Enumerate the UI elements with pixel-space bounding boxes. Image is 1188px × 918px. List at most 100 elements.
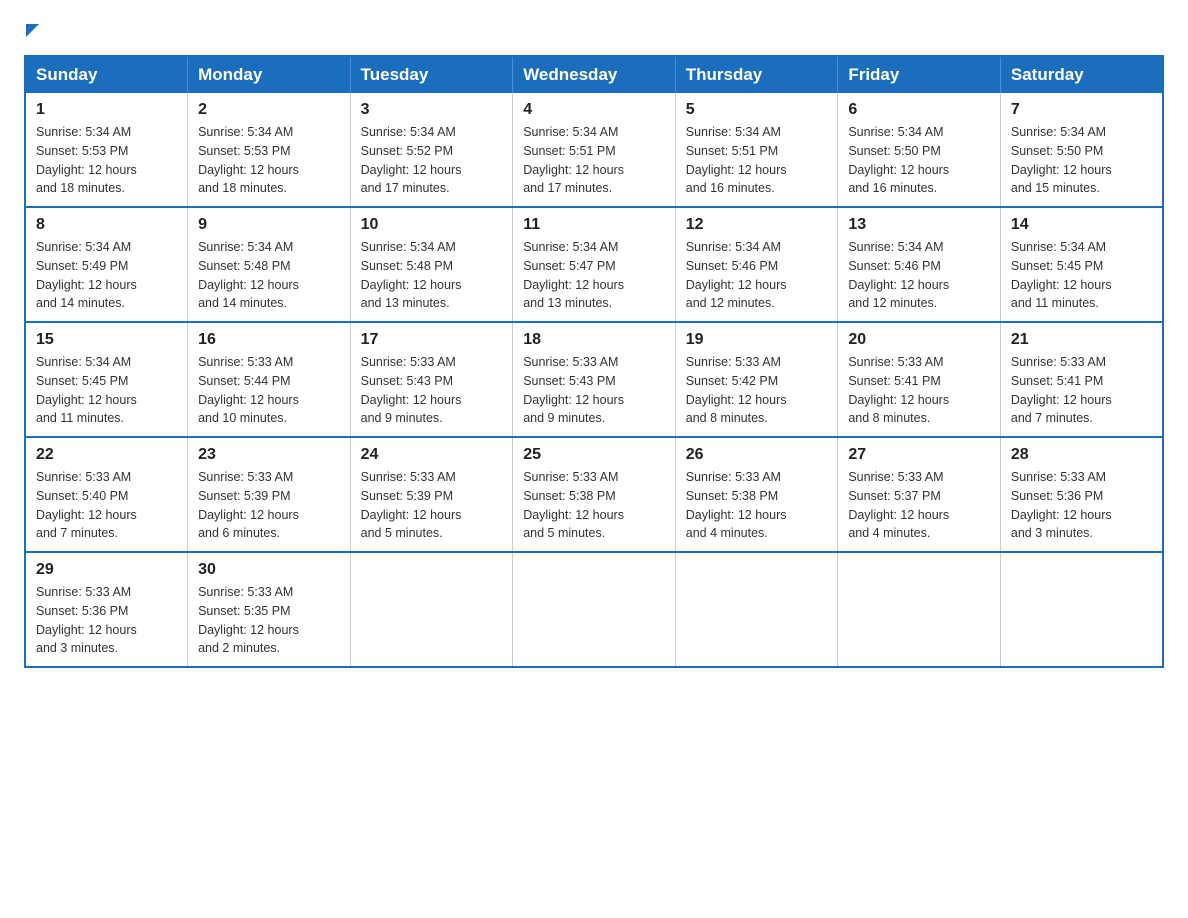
day-number: 30 xyxy=(198,561,340,579)
calendar-week-row: 1 Sunrise: 5:34 AMSunset: 5:53 PMDaylight… xyxy=(25,93,1163,207)
page-header xyxy=(24,24,1164,37)
weekday-header-thursday: Thursday xyxy=(675,56,838,93)
weekday-header-saturday: Saturday xyxy=(1000,56,1163,93)
day-info: Sunrise: 5:33 AMSunset: 5:44 PMDaylight:… xyxy=(198,353,340,428)
calendar-cell xyxy=(513,552,676,667)
calendar-cell: 27 Sunrise: 5:33 AMSunset: 5:37 PMDayligh… xyxy=(838,437,1001,552)
day-number: 13 xyxy=(848,216,990,234)
calendar-week-row: 15Sunrise: 5:34 AMSunset: 5:45 PMDayligh… xyxy=(25,322,1163,437)
logo xyxy=(24,24,39,37)
day-number: 29 xyxy=(36,561,177,579)
weekday-header-friday: Friday xyxy=(838,56,1001,93)
day-number: 22 xyxy=(36,446,177,464)
day-number: 9 xyxy=(198,216,340,234)
day-info: Sunrise: 5:34 AMSunset: 5:45 PMDaylight:… xyxy=(36,353,177,428)
calendar-cell: 13 Sunrise: 5:34 AMSunset: 5:46 PMDayligh… xyxy=(838,207,1001,322)
weekday-header-tuesday: Tuesday xyxy=(350,56,513,93)
calendar-cell xyxy=(838,552,1001,667)
day-info: Sunrise: 5:34 AMSunset: 5:48 PMDaylight:… xyxy=(198,238,340,313)
calendar-week-row: 29 Sunrise: 5:33 AMSunset: 5:36 PMDayligh… xyxy=(25,552,1163,667)
calendar-table: SundayMondayTuesdayWednesdayThursdayFrid… xyxy=(24,55,1164,668)
day-number: 1 xyxy=(36,101,177,119)
calendar-cell: 20 Sunrise: 5:33 AMSunset: 5:41 PMDayligh… xyxy=(838,322,1001,437)
day-info: Sunrise: 5:34 AMSunset: 5:51 PMDaylight:… xyxy=(523,123,665,198)
day-number: 12 xyxy=(686,216,828,234)
day-info: Sunrise: 5:33 AMSunset: 5:39 PMDaylight:… xyxy=(361,468,503,543)
day-number: 20 xyxy=(848,331,990,349)
weekday-header-sunday: Sunday xyxy=(25,56,188,93)
calendar-cell: 1 Sunrise: 5:34 AMSunset: 5:53 PMDaylight… xyxy=(25,93,188,207)
day-number: 3 xyxy=(361,101,503,119)
day-info: Sunrise: 5:34 AMSunset: 5:51 PMDaylight:… xyxy=(686,123,828,198)
calendar-cell: 11 Sunrise: 5:34 AMSunset: 5:47 PMDayligh… xyxy=(513,207,676,322)
calendar-cell: 8 Sunrise: 5:34 AMSunset: 5:49 PMDaylight… xyxy=(25,207,188,322)
calendar-cell: 10 Sunrise: 5:34 AMSunset: 5:48 PMDayligh… xyxy=(350,207,513,322)
day-info: Sunrise: 5:33 AMSunset: 5:37 PMDaylight:… xyxy=(848,468,990,543)
calendar-cell: 2 Sunrise: 5:34 AMSunset: 5:53 PMDaylight… xyxy=(188,93,351,207)
calendar-cell: 26 Sunrise: 5:33 AMSunset: 5:38 PMDayligh… xyxy=(675,437,838,552)
day-info: Sunrise: 5:34 AMSunset: 5:53 PMDaylight:… xyxy=(36,123,177,198)
day-number: 6 xyxy=(848,101,990,119)
calendar-cell xyxy=(350,552,513,667)
day-info: Sunrise: 5:34 AMSunset: 5:53 PMDaylight:… xyxy=(198,123,340,198)
calendar-cell: 5 Sunrise: 5:34 AMSunset: 5:51 PMDaylight… xyxy=(675,93,838,207)
day-number: 2 xyxy=(198,101,340,119)
day-info: Sunrise: 5:33 AMSunset: 5:38 PMDaylight:… xyxy=(686,468,828,543)
day-number: 25 xyxy=(523,446,665,464)
calendar-cell: 4 Sunrise: 5:34 AMSunset: 5:51 PMDaylight… xyxy=(513,93,676,207)
day-number: 14 xyxy=(1011,216,1152,234)
calendar-cell: 19 Sunrise: 5:33 AMSunset: 5:42 PMDayligh… xyxy=(675,322,838,437)
calendar-cell: 22 Sunrise: 5:33 AMSunset: 5:40 PMDayligh… xyxy=(25,437,188,552)
calendar-cell: 24 Sunrise: 5:33 AMSunset: 5:39 PMDayligh… xyxy=(350,437,513,552)
day-info: Sunrise: 5:33 AMSunset: 5:38 PMDaylight:… xyxy=(523,468,665,543)
day-number: 19 xyxy=(686,331,828,349)
day-number: 24 xyxy=(361,446,503,464)
calendar-cell: 6 Sunrise: 5:34 AMSunset: 5:50 PMDaylight… xyxy=(838,93,1001,207)
calendar-cell: 18Sunrise: 5:33 AMSunset: 5:43 PMDayligh… xyxy=(513,322,676,437)
calendar-cell: 3 Sunrise: 5:34 AMSunset: 5:52 PMDaylight… xyxy=(350,93,513,207)
calendar-cell: 9 Sunrise: 5:34 AMSunset: 5:48 PMDaylight… xyxy=(188,207,351,322)
day-number: 26 xyxy=(686,446,828,464)
day-info: Sunrise: 5:33 AMSunset: 5:36 PMDaylight:… xyxy=(36,583,177,658)
day-number: 8 xyxy=(36,216,177,234)
day-info: Sunrise: 5:34 AMSunset: 5:52 PMDaylight:… xyxy=(361,123,503,198)
day-number: 11 xyxy=(523,216,665,234)
day-number: 7 xyxy=(1011,101,1152,119)
day-info: Sunrise: 5:33 AMSunset: 5:39 PMDaylight:… xyxy=(198,468,340,543)
day-info: Sunrise: 5:34 AMSunset: 5:48 PMDaylight:… xyxy=(361,238,503,313)
day-number: 28 xyxy=(1011,446,1152,464)
calendar-cell: 25 Sunrise: 5:33 AMSunset: 5:38 PMDayligh… xyxy=(513,437,676,552)
calendar-week-row: 8 Sunrise: 5:34 AMSunset: 5:49 PMDaylight… xyxy=(25,207,1163,322)
day-info: Sunrise: 5:33 AMSunset: 5:41 PMDaylight:… xyxy=(848,353,990,428)
day-info: Sunrise: 5:33 AMSunset: 5:36 PMDaylight:… xyxy=(1011,468,1152,543)
day-number: 17 xyxy=(361,331,503,349)
day-info: Sunrise: 5:33 AMSunset: 5:42 PMDaylight:… xyxy=(686,353,828,428)
day-number: 10 xyxy=(361,216,503,234)
day-number: 23 xyxy=(198,446,340,464)
day-info: Sunrise: 5:34 AMSunset: 5:46 PMDaylight:… xyxy=(686,238,828,313)
day-number: 4 xyxy=(523,101,665,119)
calendar-cell: 16Sunrise: 5:33 AMSunset: 5:44 PMDayligh… xyxy=(188,322,351,437)
calendar-cell: 23 Sunrise: 5:33 AMSunset: 5:39 PMDayligh… xyxy=(188,437,351,552)
calendar-cell: 7 Sunrise: 5:34 AMSunset: 5:50 PMDaylight… xyxy=(1000,93,1163,207)
calendar-cell: 17 Sunrise: 5:33 AMSunset: 5:43 PMDayligh… xyxy=(350,322,513,437)
calendar-cell: 12 Sunrise: 5:34 AMSunset: 5:46 PMDayligh… xyxy=(675,207,838,322)
day-info: Sunrise: 5:33 AMSunset: 5:43 PMDaylight:… xyxy=(361,353,503,428)
calendar-cell: 14Sunrise: 5:34 AMSunset: 5:45 PMDayligh… xyxy=(1000,207,1163,322)
weekday-header-monday: Monday xyxy=(188,56,351,93)
calendar-cell xyxy=(1000,552,1163,667)
day-info: Sunrise: 5:33 AMSunset: 5:40 PMDaylight:… xyxy=(36,468,177,543)
weekday-header-wednesday: Wednesday xyxy=(513,56,676,93)
day-info: Sunrise: 5:34 AMSunset: 5:50 PMDaylight:… xyxy=(848,123,990,198)
calendar-cell: 28 Sunrise: 5:33 AMSunset: 5:36 PMDayligh… xyxy=(1000,437,1163,552)
day-info: Sunrise: 5:34 AMSunset: 5:49 PMDaylight:… xyxy=(36,238,177,313)
day-info: Sunrise: 5:34 AMSunset: 5:50 PMDaylight:… xyxy=(1011,123,1152,198)
day-info: Sunrise: 5:34 AMSunset: 5:47 PMDaylight:… xyxy=(523,238,665,313)
calendar-cell: 15Sunrise: 5:34 AMSunset: 5:45 PMDayligh… xyxy=(25,322,188,437)
day-number: 18 xyxy=(523,331,665,349)
day-info: Sunrise: 5:34 AMSunset: 5:46 PMDaylight:… xyxy=(848,238,990,313)
day-number: 5 xyxy=(686,101,828,119)
day-number: 27 xyxy=(848,446,990,464)
day-info: Sunrise: 5:33 AMSunset: 5:41 PMDaylight:… xyxy=(1011,353,1152,428)
day-info: Sunrise: 5:33 AMSunset: 5:35 PMDaylight:… xyxy=(198,583,340,658)
